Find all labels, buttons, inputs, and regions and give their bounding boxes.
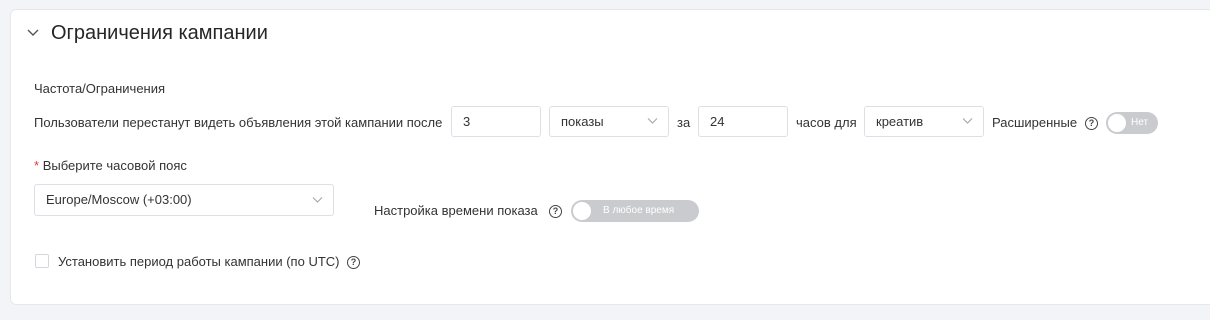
schedule-label: Настройка времени показа (374, 203, 538, 218)
toggle-knob (1108, 114, 1126, 132)
hours-for-label: часов для (796, 115, 857, 130)
frequency-heading: Частота/Ограничения (34, 81, 166, 96)
schedule-toggle[interactable]: В любое время (571, 200, 699, 222)
help-circle-icon[interactable]: ? (347, 256, 360, 269)
period-word-label: за (677, 115, 691, 130)
timezone-label: * Выберите часовой пояс (34, 158, 187, 173)
help-circle-icon[interactable]: ? (549, 205, 562, 218)
campaign-period-label: Установить период работы кампании (по UT… (58, 254, 340, 269)
timezone-value: Europe/Moscow (+03:00) (46, 192, 192, 207)
advanced-toggle[interactable]: Нет (1106, 112, 1158, 134)
advanced-toggle-text: Нет (1131, 117, 1149, 128)
limit-target-select[interactable]: креатив (864, 106, 984, 137)
required-mark: * (34, 158, 40, 173)
limit-target-value: креатив (876, 114, 924, 129)
section-title: Ограничения кампании (51, 22, 268, 44)
impressions-unit-select[interactable]: показы (549, 106, 669, 137)
frequency-sentence-label: Пользователи перестанут видеть объявлени… (34, 115, 443, 130)
chevron-down-icon (312, 197, 323, 203)
impressions-count-input[interactable]: 3 (451, 106, 541, 137)
collapse-chevron-icon[interactable] (26, 26, 40, 40)
chevron-down-icon (962, 118, 973, 124)
timezone-label-text: Выберите часовой пояс (42, 158, 187, 173)
schedule-toggle-text: В любое время (603, 205, 675, 216)
impressions-unit-value: показы (561, 114, 604, 129)
hours-input[interactable]: 24 (698, 106, 788, 137)
advanced-label: Расширенные (992, 115, 1078, 130)
toggle-knob (573, 202, 591, 220)
timezone-select[interactable]: Europe/Moscow (+03:00) (34, 184, 334, 216)
campaign-period-checkbox[interactable] (35, 254, 49, 268)
help-circle-icon[interactable]: ? (1085, 117, 1098, 130)
chevron-down-icon (647, 118, 658, 124)
